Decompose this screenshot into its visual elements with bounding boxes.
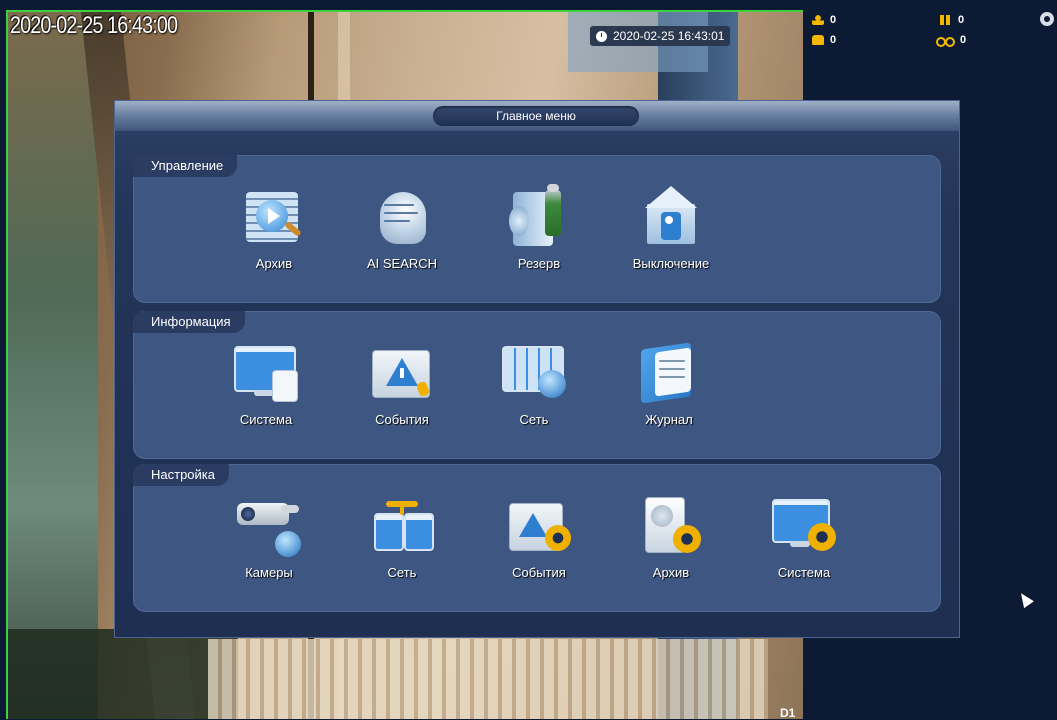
menu-item-label: Журнал xyxy=(645,412,693,427)
menu-item-playback[interactable]: Архив xyxy=(224,186,324,271)
menu-item-label: AI SEARCH xyxy=(366,256,438,271)
pedestrians-count-value: 0 xyxy=(958,14,965,26)
menu-item-network-settings[interactable]: Сеть xyxy=(352,495,452,580)
group-title: Управление xyxy=(133,155,238,177)
system-monitor-icon xyxy=(234,342,298,406)
feed-detail xyxy=(208,639,768,719)
network-globe-icon xyxy=(502,342,566,406)
clock-icon xyxy=(596,30,607,42)
bike-count: 0 xyxy=(936,34,967,47)
person-icon xyxy=(812,15,824,25)
channel-label: D1 xyxy=(780,706,796,720)
osd-datetime: 2020-02-25 16:43:00 xyxy=(10,12,178,39)
pedestrians-icon xyxy=(940,15,952,25)
menu-item-events-info[interactable]: События xyxy=(352,342,452,427)
menu-item-event-settings[interactable]: События xyxy=(489,495,589,580)
menu-item-label: Сеть xyxy=(387,565,417,580)
group-settings: Настройка Камеры Сеть События Архив Сист… xyxy=(133,464,941,612)
playback-film-icon xyxy=(242,186,306,250)
menu-item-label: Резерв xyxy=(517,256,561,271)
group-information: Информация Система События Сеть Журнал xyxy=(133,311,941,459)
shutdown-exit-icon xyxy=(639,186,703,250)
menu-item-label: События xyxy=(512,565,566,580)
settings-gear-icon[interactable] xyxy=(1040,12,1054,26)
menu-item-label: Камеры xyxy=(245,565,293,580)
bike-count-value: 0 xyxy=(960,34,967,46)
event-warning-icon xyxy=(370,342,434,406)
menu-item-log[interactable]: Журнал xyxy=(619,342,719,427)
pedestrians-count: 0 xyxy=(940,14,964,26)
camera-icon xyxy=(237,495,301,559)
car-icon xyxy=(812,35,824,45)
menu-item-storage-settings[interactable]: Архив xyxy=(621,495,721,580)
backup-usb-icon xyxy=(507,184,571,250)
ai-head-icon xyxy=(370,186,434,250)
menu-item-backup[interactable]: Резерв xyxy=(489,184,589,271)
menu-item-ai-search[interactable]: AI SEARCH xyxy=(352,186,452,271)
menu-item-label: Архив xyxy=(255,256,293,271)
menu-item-label: Выключение xyxy=(632,256,710,271)
car-count: 0 xyxy=(812,34,836,46)
storage-settings-icon xyxy=(639,495,703,559)
bicycle-icon xyxy=(936,35,955,47)
menu-item-label: Система xyxy=(239,412,293,427)
osd-timestamp-chip: 2020-02-25 16:43:01 xyxy=(590,26,731,46)
person-count-value: 0 xyxy=(830,14,837,26)
car-count-value: 0 xyxy=(830,34,837,46)
group-title: Настройка xyxy=(133,464,229,486)
group-management: Управление Архив AI SEARCH Резерв Выключ… xyxy=(133,155,941,303)
menu-item-cameras[interactable]: Камеры xyxy=(219,495,319,580)
menu-item-label: Сеть xyxy=(519,412,549,427)
menu-item-label: Архив xyxy=(652,565,690,580)
menu-item-shutdown[interactable]: Выключение xyxy=(621,186,721,271)
feed-detail xyxy=(8,629,238,719)
window-titlebar: Главное меню xyxy=(115,101,959,131)
group-title: Информация xyxy=(133,311,245,333)
network-settings-icon xyxy=(370,495,434,559)
main-menu-window: Главное меню Управление Архив AI SEARCH xyxy=(114,100,960,638)
log-book-icon xyxy=(637,342,701,406)
window-title: Главное меню xyxy=(433,106,639,126)
person-count: 0 xyxy=(812,14,836,26)
menu-item-system-info[interactable]: Система xyxy=(216,342,316,427)
menu-item-label: События xyxy=(375,412,429,427)
menu-item-system-settings[interactable]: Система xyxy=(754,495,854,580)
menu-item-network-info[interactable]: Сеть xyxy=(484,342,584,427)
osd-chip-datetime: 2020-02-25 16:43:01 xyxy=(613,29,725,43)
menu-item-label: Система xyxy=(777,565,831,580)
event-settings-icon xyxy=(507,495,571,559)
feed-background xyxy=(8,12,98,719)
system-settings-icon xyxy=(772,495,836,559)
